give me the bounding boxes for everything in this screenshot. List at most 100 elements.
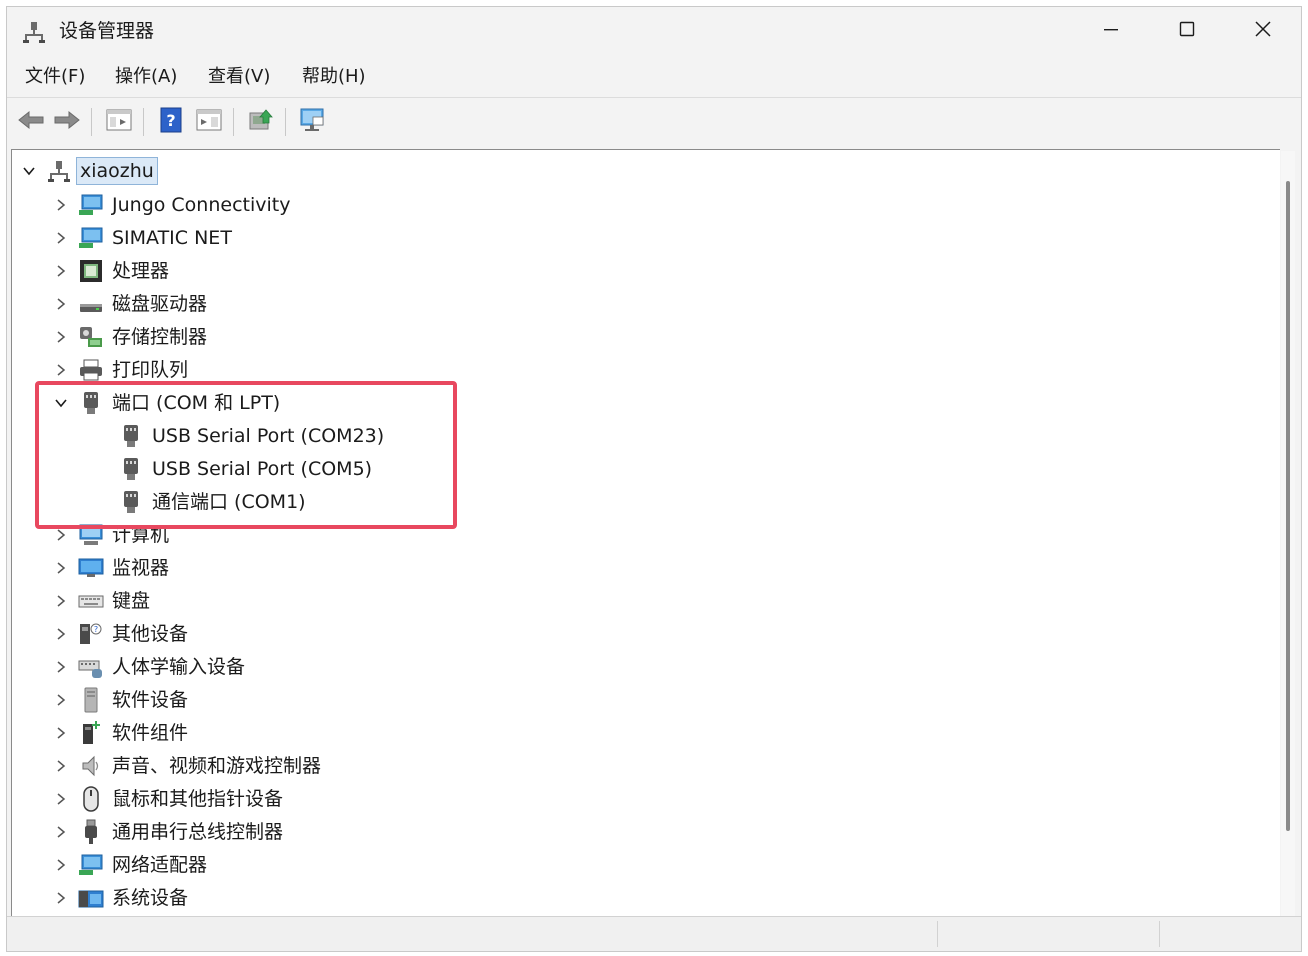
maximize-button[interactable] — [1149, 7, 1225, 55]
help-button[interactable]: ? — [155, 106, 187, 138]
disk-drive-icon — [78, 291, 104, 317]
chevron-right-icon[interactable] — [52, 652, 70, 682]
tree-item[interactable]: 通用串行总线控制器 — [52, 817, 283, 847]
title-bar: 设备管理器 — [7, 7, 1301, 55]
vertical-scrollbar[interactable] — [1281, 151, 1295, 919]
tree-item[interactable]: 计算机 — [52, 520, 169, 550]
tree-item[interactable]: SIMATIC NET — [52, 223, 232, 253]
chevron-right-icon[interactable] — [52, 883, 70, 913]
tree-child-item[interactable]: 通信端口 (COM1) — [118, 487, 306, 517]
system-device-icon — [78, 885, 104, 911]
storage-controller-icon — [78, 324, 104, 350]
tree-item-label: 键盘 — [112, 590, 151, 612]
properties-view-button[interactable] — [103, 106, 135, 138]
tree-item[interactable]: 监视器 — [52, 553, 169, 583]
chevron-right-icon[interactable] — [52, 322, 70, 352]
run-view-button[interactable] — [193, 106, 225, 138]
tree-item[interactable]: 处理器 — [52, 256, 169, 286]
network-adapter-icon — [78, 852, 104, 878]
svg-text:?: ? — [94, 625, 98, 634]
back-button[interactable] — [15, 106, 47, 138]
chevron-right-icon[interactable] — [52, 355, 70, 385]
tree-item[interactable]: Jungo Connectivity — [52, 190, 290, 220]
chevron-down-icon[interactable] — [52, 388, 70, 418]
tree-item[interactable]: ? 其他设备 — [52, 619, 188, 649]
tree-child-label: 通信端口 (COM1) — [152, 491, 306, 513]
status-divider — [1159, 921, 1160, 947]
tree-item-label: 存储控制器 — [112, 326, 208, 348]
menu-file[interactable]: 文件(F) — [23, 64, 87, 90]
chevron-right-icon[interactable] — [52, 850, 70, 880]
menu-view[interactable]: 查看(V) — [206, 64, 272, 90]
processor-icon — [78, 258, 104, 284]
chevron-right-icon[interactable] — [52, 289, 70, 319]
tree-item[interactable]: 打印队列 — [52, 355, 188, 385]
tree-item-label: 磁盘驱动器 — [112, 293, 208, 315]
tree-item-ports[interactable]: 端口 (COM 和 LPT) — [52, 388, 280, 418]
update-driver-button[interactable] — [245, 106, 277, 138]
toolbar-separator — [285, 108, 286, 136]
device-manager-app-icon — [23, 21, 45, 43]
forward-button[interactable] — [51, 106, 83, 138]
close-button[interactable] — [1225, 7, 1301, 55]
software-component-icon — [78, 720, 104, 746]
tree-child-item[interactable]: USB Serial Port (COM5) — [118, 454, 372, 484]
tree-item[interactable]: 存储控制器 — [52, 322, 207, 352]
chevron-right-icon[interactable] — [52, 718, 70, 748]
tree-item[interactable]: 软件设备 — [52, 685, 188, 715]
chevron-right-icon[interactable] — [52, 520, 70, 550]
chevron-down-icon[interactable] — [20, 156, 38, 186]
tree-item-label: 系统设备 — [112, 887, 189, 909]
tree-item[interactable]: 系统设备 — [52, 883, 188, 913]
root-computer-name[interactable]: xiaozhu — [76, 157, 158, 185]
chevron-right-icon[interactable] — [52, 553, 70, 583]
tree-item[interactable]: 声音、视频和游戏控制器 — [52, 751, 321, 781]
chevron-right-icon[interactable] — [52, 619, 70, 649]
tree-item-label: 通用串行总线控制器 — [112, 821, 284, 843]
chevron-right-icon[interactable] — [52, 190, 70, 220]
toolbar: ? — [7, 97, 1301, 146]
minimize-button[interactable] — [1073, 7, 1149, 55]
menu-action[interactable]: 操作(A) — [113, 64, 179, 90]
tree-item[interactable]: 鼠标和其他指针设备 — [52, 784, 283, 814]
chevron-right-icon[interactable] — [52, 685, 70, 715]
device-tree[interactable]: xiaozhu Jungo Connectivity SIMATIC NET 处… — [11, 149, 1280, 920]
chevron-right-icon[interactable] — [52, 223, 70, 253]
update-driver-icon — [248, 107, 274, 137]
scrollbar-thumb[interactable] — [1286, 181, 1290, 831]
tree-item[interactable]: 磁盘驱动器 — [52, 289, 207, 319]
properties-view-icon — [106, 108, 132, 136]
mouse-icon — [78, 786, 104, 812]
run-view-icon — [196, 108, 222, 136]
chevron-right-icon[interactable] — [52, 751, 70, 781]
toolbar-separator — [233, 108, 234, 136]
software-device-icon — [78, 687, 104, 713]
chevron-right-icon[interactable] — [52, 256, 70, 286]
help-icon: ? — [159, 107, 183, 137]
tree-item-label: SIMATIC NET — [112, 227, 232, 249]
tree-item[interactable]: 键盘 — [52, 586, 150, 616]
computer-icon — [78, 522, 104, 548]
menu-help[interactable]: 帮助(H) — [300, 64, 368, 90]
tree-item-label: 打印队列 — [112, 359, 189, 381]
tree-item-label: 声音、视频和游戏控制器 — [112, 755, 322, 777]
minimize-icon — [1102, 20, 1120, 42]
monitor-icon — [78, 555, 104, 581]
tree-item-label: 软件设备 — [112, 689, 189, 711]
tree-item-label: 计算机 — [112, 524, 170, 546]
tree-child-label: USB Serial Port (COM5) — [152, 458, 373, 480]
tree-item[interactable]: 人体学输入设备 — [52, 652, 245, 682]
tree-child-item[interactable]: USB Serial Port (COM23) — [118, 421, 384, 451]
chevron-right-icon[interactable] — [52, 817, 70, 847]
tree-item[interactable]: 软件组件 — [52, 718, 188, 748]
tree-item[interactable]: 网络适配器 — [52, 850, 207, 880]
scan-hardware-button[interactable] — [297, 106, 329, 138]
tree-item-label: 网络适配器 — [112, 854, 208, 876]
tree-child-label: USB Serial Port (COM23) — [152, 425, 385, 447]
chevron-right-icon[interactable] — [52, 586, 70, 616]
monitor-scan-icon — [299, 107, 327, 137]
tree-root[interactable]: xiaozhu — [20, 156, 158, 186]
status-divider — [937, 921, 938, 947]
chevron-right-icon[interactable] — [52, 784, 70, 814]
network-icon — [78, 225, 104, 251]
